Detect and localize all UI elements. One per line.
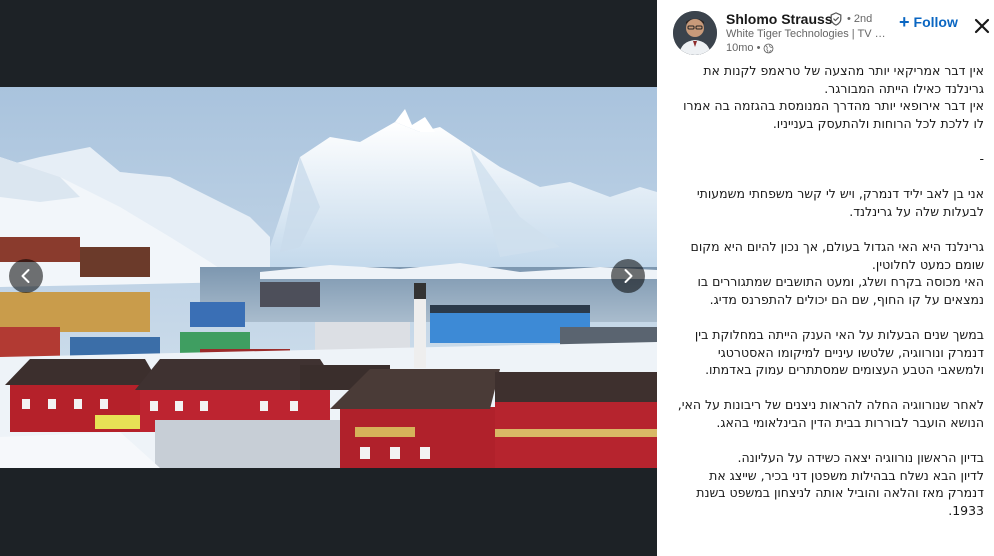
follow-label: Follow <box>913 14 958 30</box>
next-image-button[interactable] <box>611 259 645 293</box>
post-line: - <box>979 150 984 166</box>
post-line: דנמרק ונורווגיה, שלטשו עיניים למיקומו הא… <box>717 344 984 360</box>
plus-icon: + <box>899 12 910 32</box>
connection-degree: • 2nd <box>847 13 873 25</box>
post-paragraph: - <box>667 150 984 168</box>
post-line: אני בן לאב יליד דנמרק, ויש לי קשר משפחתי… <box>696 186 984 202</box>
author-headline: White Tiger Technologies | TV Ch... <box>726 28 892 40</box>
post-paragraph: אין דבר אמריקאי יותר מהצעה של טראמפ לקנו… <box>667 62 984 132</box>
avatar[interactable] <box>673 11 717 55</box>
post-paragraph: גרינלנד היא האי הגדול בעולם, אך נכון להי… <box>667 238 984 308</box>
post-line: ולמשאבי הטבע העצומים שמסתתרים עמוק באדמת… <box>705 362 984 378</box>
post-line: דנמרק מאז והלאה והוביל אותה לניצחון במשפ… <box>696 485 984 501</box>
follow-button[interactable]: + Follow <box>899 12 958 32</box>
post-line: אין דבר אמריקאי יותר מהצעה של טראמפ לקנו… <box>703 63 984 78</box>
post-line: אין דבר אירופאי יותר מהדרך המנומסת בהגזמ… <box>683 98 984 114</box>
post-text: אין דבר אמריקאי יותר מהצעה של טראמפ לקנו… <box>667 62 984 537</box>
post-paragraph: בדיון הראשון נורווגיה יצאה כשידה על העלי… <box>667 449 984 519</box>
post-line: במשך שנים הבעלות על האי הענק הייתה במחלו… <box>694 326 984 342</box>
post-line: לו ללכת לכל הרוחות ולהתעסק בענייניו. <box>772 115 984 131</box>
globe-icon <box>764 43 774 53</box>
post-header: Shlomo Strauss • 2nd White Tiger Technol… <box>657 0 994 60</box>
chevron-right-icon <box>624 269 633 283</box>
post-paragraph: במשך שנים הבעלות על האי הענק הייתה במחלו… <box>667 326 984 379</box>
post-line: גרינלנד היא האי הגדול בעולם, אך נכון להי… <box>690 238 984 254</box>
close-icon[interactable] <box>972 16 992 36</box>
post-meta: 10mo • <box>726 42 774 54</box>
post-details-panel: Shlomo Strauss • 2nd White Tiger Technol… <box>657 0 994 556</box>
post-paragraph: אני בן לאב יליד דנמרק, ויש לי קשר משפחתי… <box>667 185 984 220</box>
post-line: 1933. <box>948 502 984 518</box>
author-name[interactable]: Shlomo Strauss <box>726 11 833 27</box>
post-line: לבעלות שלה על גרינלנד. <box>849 203 984 219</box>
post-line: לדיון הבא נשלח בבהילות משפטן דני בכיר, ש… <box>709 467 984 483</box>
post-line: שומם כמעט לחלוטין. <box>871 256 984 272</box>
chevron-left-icon <box>21 269 30 283</box>
post-time: 10mo • <box>726 42 761 54</box>
media-viewer <box>0 0 657 556</box>
post-line: לאחר שנורווגיה החלה להראות ניצנים של ריב… <box>677 397 984 413</box>
scrollbar[interactable] <box>988 62 992 542</box>
verified-icon <box>830 12 842 26</box>
post-paragraph: לאחר שנורווגיה החלה להראות ניצנים של ריב… <box>667 396 984 431</box>
post-line: בדיון הראשון נורווגיה יצאה כשידה על העלי… <box>737 450 985 466</box>
post-line: נמצאים על קו החוף, שם הם יכולים להתפרנס … <box>709 291 984 307</box>
post-photo-greenland-icebergs <box>0 87 657 468</box>
previous-image-button[interactable] <box>9 259 43 293</box>
post-line: הנושא הועבר לבוררות בבית הדין הבינלאומי … <box>716 414 984 430</box>
post-line: גרינלנד כאילו הייתה המבורגר. <box>824 80 984 96</box>
post-line: האי מכוסה בקרח ושלג, ומעט התושבים שמתגור… <box>697 274 984 290</box>
